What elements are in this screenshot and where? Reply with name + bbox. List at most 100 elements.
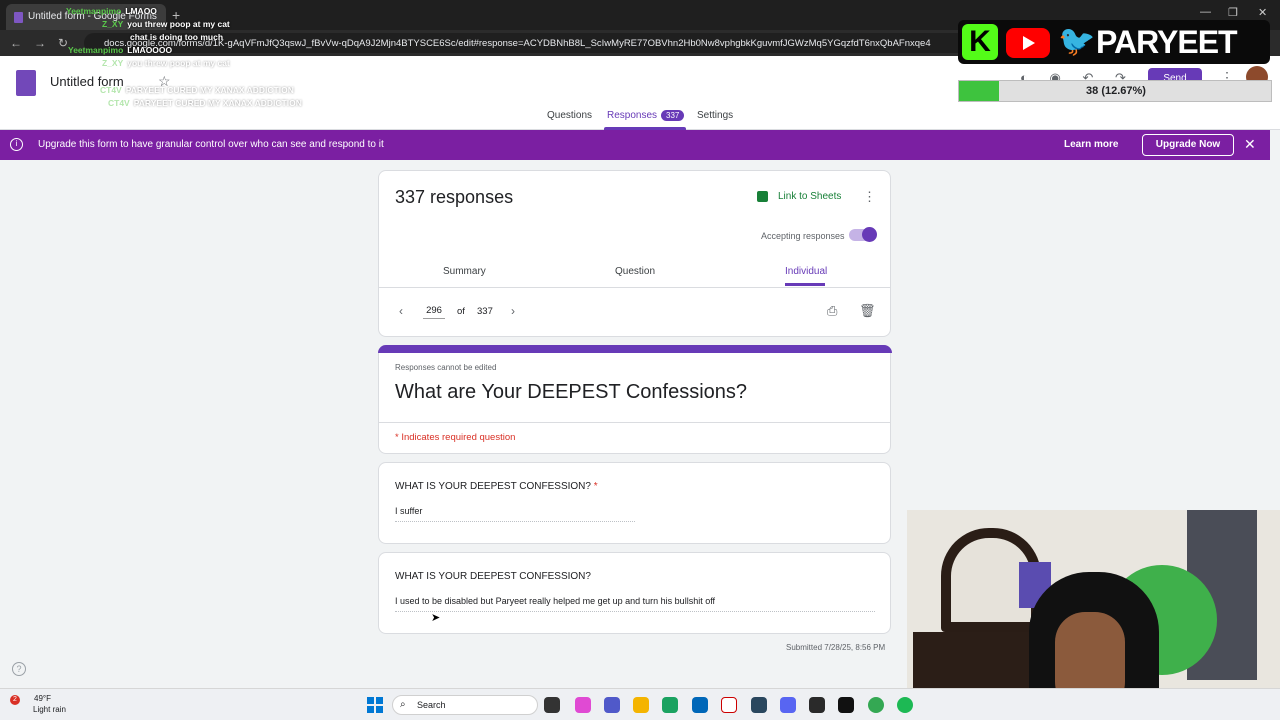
sheets-icon — [757, 191, 768, 202]
question-text: WHAT IS YOUR DEEPEST CONFESSION? — [395, 571, 591, 582]
responses-not-editable-note: Responses cannot be edited — [395, 363, 497, 372]
sub-goal-bar: 38 (12.67%) — [958, 80, 1272, 102]
mouse-cursor-icon: ➤ — [431, 612, 441, 624]
question-card: WHAT IS YOUR DEEPEST CONFESSION? * I suf… — [378, 462, 891, 544]
task-view-icon[interactable] — [544, 697, 560, 713]
question-label: WHAT IS YOUR DEEPEST CONFESSION? — [395, 571, 591, 582]
divider — [379, 422, 891, 423]
weather-badge: 2 — [10, 695, 20, 705]
response-number-input[interactable]: 296 — [423, 305, 445, 319]
close-window-icon[interactable]: ✕ — [1258, 6, 1267, 19]
question-label: WHAT IS YOUR DEEPEST CONFESSION? * — [395, 481, 598, 492]
pager-of-label: of — [457, 306, 465, 317]
next-response-icon[interactable]: › — [511, 304, 515, 318]
stream-chat-overlay: Yeetmanpimo LMAOO Z_XY you threw poop at m… — [4, 6, 304, 111]
chat-message: Z_XY you threw poop at my cat — [4, 58, 304, 71]
chat-text: PARYEET CURED MY XANAX ADDICTION — [133, 98, 302, 108]
toggle-knob — [862, 227, 877, 242]
active-subtab-indicator — [785, 283, 825, 286]
required-note: * Indicates required question — [395, 432, 516, 443]
subtab-question[interactable]: Question — [615, 266, 655, 277]
taskbar-search-input[interactable]: ⌕ Search — [392, 695, 538, 715]
file-explorer-icon[interactable] — [633, 697, 649, 713]
chat-message: CT4V PARYEET CURED MY XANAX ADDICTION — [4, 98, 304, 111]
delete-icon[interactable]: 🗑 — [859, 303, 876, 319]
obs-icon[interactable] — [838, 697, 854, 713]
answer-text: I suffer — [395, 506, 635, 522]
nba-icon[interactable] — [721, 697, 737, 713]
chat-username: Yeetmanpimo — [68, 45, 124, 55]
chat-username: CT4V — [100, 85, 122, 95]
chat-text: you threw poop at my cat — [127, 19, 230, 29]
edge-icon[interactable] — [662, 697, 678, 713]
streamer-name: PARYEET — [1096, 24, 1238, 60]
chat-text: PARYEET CURED MY XANAX ADDICTION — [125, 85, 294, 95]
responses-summary-card: 337 responses Link to Sheets ⋮ Accepting… — [378, 170, 891, 337]
chat-text: chat is doing too much — [130, 32, 224, 42]
epic-games-icon[interactable] — [809, 697, 825, 713]
banner-message: Upgrade this form to have granular contr… — [38, 139, 384, 150]
chat-username: Z_XY — [102, 58, 124, 68]
answer-text: I used to be disabled but Paryeet really… — [395, 596, 875, 612]
previous-response-icon[interactable]: ‹ — [399, 304, 403, 318]
goal-text: 38 (12.67%) — [1086, 85, 1146, 97]
streamer-brand-overlay: K 🐦 PARYEET — [958, 20, 1270, 64]
accepting-responses-label: Accepting responses — [761, 231, 845, 241]
maximize-icon[interactable]: ❐ — [1228, 6, 1238, 19]
chat-text: LMAOO — [125, 6, 157, 16]
question-text: WHAT IS YOUR DEEPEST CONFESSION? — [395, 481, 591, 492]
chat-message: Yeetmanpimo LMAOO — [4, 6, 304, 19]
print-icon[interactable]: ⎙ — [827, 303, 837, 319]
chat-text: LMAOOOO — [127, 45, 173, 55]
subtab-summary[interactable]: Summary — [443, 266, 486, 277]
card-more-icon[interactable]: ⋮ — [863, 189, 876, 205]
close-banner-icon[interactable]: ✕ — [1244, 136, 1256, 153]
minimize-icon[interactable]: — — [1200, 6, 1211, 18]
tab-responses-label: Responses — [607, 110, 658, 121]
tab-settings[interactable]: Settings — [697, 110, 733, 121]
tab-responses[interactable]: Responses 337 — [607, 110, 685, 121]
response-pager: ‹ 296 of 337 › ⎙ 🗑 — [379, 287, 891, 337]
chat-username: CT4V — [108, 98, 130, 108]
accepting-responses-toggle[interactable] — [849, 227, 877, 242]
twitter-bird-icon: 🐦 — [1058, 25, 1096, 58]
learn-more-link[interactable]: Learn more — [1064, 139, 1118, 150]
link-to-sheets-button[interactable]: Link to Sheets — [757, 191, 841, 202]
info-icon: i — [10, 138, 23, 151]
steam-icon[interactable] — [751, 697, 767, 713]
tab-questions[interactable]: Questions — [547, 110, 592, 121]
submitted-timestamp: Submitted 7/28/25, 8:56 PM — [786, 643, 886, 652]
link-to-sheets-label: Link to Sheets — [778, 191, 842, 203]
chat-message: Z_XY you threw poop at my cat — [4, 19, 304, 32]
chat-username: Yeetmanpimo — [66, 6, 122, 16]
weather-condition: Light rain — [33, 705, 66, 714]
weather-temperature: 49°F — [34, 694, 51, 703]
taskbar-search-placeholder: Search — [417, 700, 446, 710]
teams-icon[interactable] — [604, 697, 620, 713]
windows-taskbar: 2 49°F Light rain ⌕ Search — [0, 688, 1280, 720]
spotify-icon[interactable] — [897, 697, 913, 713]
form-heading: What are Your DEEPEST Confessions? — [395, 381, 748, 403]
chat-message: CT4V PARYEET CURED MY XANAX ADDICTION — [4, 85, 304, 98]
form-accent-bar — [378, 345, 892, 353]
windows-start-icon[interactable] — [367, 697, 383, 713]
chat-username: Z_XY — [102, 19, 124, 29]
question-card: WHAT IS YOUR DEEPEST CONFESSION? I used … — [378, 552, 891, 634]
chat-message: Yeetmanpimo LMAOOOO — [4, 45, 304, 58]
form-header-card: Responses cannot be edited What are Your… — [378, 345, 892, 454]
chrome-icon[interactable] — [868, 697, 884, 713]
copilot-icon[interactable] — [575, 697, 591, 713]
help-icon[interactable]: ? — [12, 662, 26, 676]
store-icon[interactable] — [692, 697, 708, 713]
search-icon: ⌕ — [400, 699, 406, 710]
responses-count-badge: 337 — [661, 110, 685, 121]
weather-widget[interactable]: 2 49°F Light rain — [10, 694, 66, 714]
chat-text: you threw poop at my cat — [127, 58, 230, 68]
youtube-logo-icon — [1006, 28, 1050, 58]
discord-icon[interactable] — [780, 697, 796, 713]
pager-total: 337 — [477, 306, 493, 317]
responses-count-title: 337 responses — [395, 187, 514, 207]
chat-message: chat is doing too much — [4, 32, 304, 45]
upgrade-now-button[interactable]: Upgrade Now — [1142, 134, 1234, 156]
subtab-individual[interactable]: Individual — [785, 266, 827, 277]
